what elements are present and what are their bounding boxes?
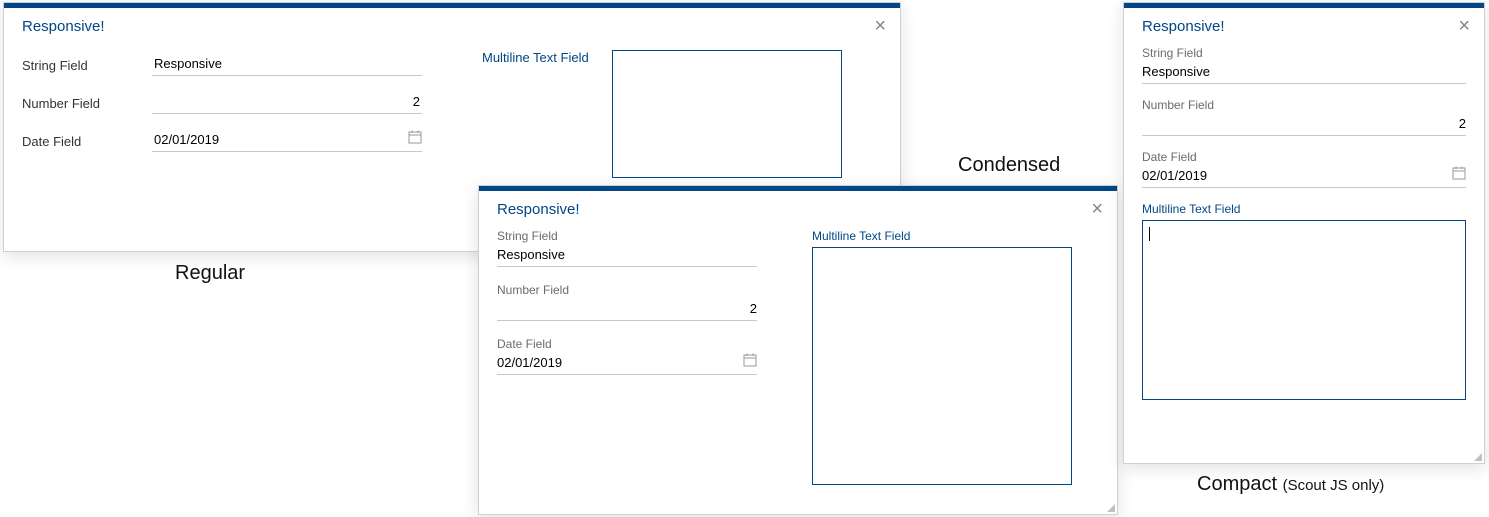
multiline-field-input[interactable] [1142, 220, 1466, 400]
dialog-compact: Responsive! × String Field Responsive Nu… [1123, 2, 1485, 464]
dialog-condensed: Responsive! × String Field Responsive Nu… [478, 185, 1118, 515]
string-field-input[interactable]: Responsive [497, 245, 757, 267]
multiline-field-input[interactable] [612, 50, 842, 178]
field-row-string: String Field Responsive [22, 46, 422, 84]
date-field-input[interactable]: 02/01/2019 [1142, 166, 1466, 188]
dialog-header: Responsive! × [479, 191, 1117, 223]
field-group-string: String Field Responsive [497, 229, 757, 267]
date-field-label: Date Field [497, 337, 757, 351]
caption-condensed: Condensed [958, 154, 1060, 177]
date-field-label: Date Field [1142, 150, 1466, 164]
dialog-header: Responsive! × [4, 8, 900, 40]
field-row-multiline: Multiline Text Field [482, 46, 882, 178]
field-group-number: Number Field 2 [1142, 98, 1466, 136]
number-field-label: Number Field [497, 283, 757, 297]
caption-compact-main: Compact [1197, 473, 1277, 495]
resize-handle-icon[interactable] [1105, 502, 1115, 512]
field-group-multiline: Multiline Text Field [1142, 202, 1466, 400]
date-field-value: 02/01/2019 [497, 355, 562, 370]
multiline-field-label: Multiline Text Field [1142, 202, 1466, 216]
string-field-input[interactable]: Responsive [152, 54, 422, 76]
close-icon[interactable]: × [1458, 16, 1470, 36]
multiline-field-label: Multiline Text Field [812, 229, 1099, 243]
number-field-input[interactable]: 2 [152, 92, 422, 114]
field-group-number: Number Field 2 [497, 283, 757, 321]
date-field-value: 02/01/2019 [1142, 168, 1207, 183]
multiline-field-input[interactable] [812, 247, 1072, 485]
dialog-title: Responsive! [22, 18, 105, 35]
calendar-icon[interactable] [408, 130, 422, 144]
text-cursor-icon [1149, 227, 1150, 241]
caption-regular: Regular [175, 262, 245, 285]
dialog-body-compact: String Field Responsive Number Field 2 D… [1124, 40, 1484, 414]
close-icon[interactable]: × [1091, 199, 1103, 219]
field-row-date: Date Field 02/01/2019 [22, 122, 422, 160]
dialog-header: Responsive! × [1124, 8, 1484, 40]
calendar-icon[interactable] [1452, 166, 1466, 180]
dialog-title: Responsive! [497, 201, 580, 218]
field-group-string: String Field Responsive [1142, 46, 1466, 84]
resize-handle-icon[interactable] [1472, 451, 1482, 461]
string-field-label: String Field [22, 58, 152, 73]
string-field-label: String Field [1142, 46, 1466, 60]
date-field-value: 02/01/2019 [154, 132, 219, 147]
multiline-field-label: Multiline Text Field [482, 50, 612, 178]
field-group-date: Date Field 02/01/2019 [497, 337, 757, 375]
dialog-body-regular: String Field Responsive Number Field 2 D… [4, 40, 900, 192]
string-field-input[interactable]: Responsive [1142, 62, 1466, 84]
field-row-number: Number Field 2 [22, 84, 422, 122]
date-field-input[interactable]: 02/01/2019 [497, 353, 757, 375]
number-field-input[interactable]: 2 [497, 299, 757, 321]
caption-compact: Compact (Scout JS only) [1197, 473, 1384, 496]
date-field-input[interactable]: 02/01/2019 [152, 130, 422, 152]
field-group-multiline: Multiline Text Field [812, 229, 1099, 485]
dialog-body-condensed: String Field Responsive Number Field 2 D… [479, 223, 1117, 499]
calendar-icon[interactable] [743, 353, 757, 367]
field-group-date: Date Field 02/01/2019 [1142, 150, 1466, 188]
dialog-title: Responsive! [1142, 18, 1225, 35]
number-field-label: Number Field [1142, 98, 1466, 112]
close-icon[interactable]: × [874, 16, 886, 36]
caption-compact-note: (Scout JS only) [1283, 477, 1385, 494]
date-field-label: Date Field [22, 134, 152, 149]
number-field-input[interactable]: 2 [1142, 114, 1466, 136]
number-field-label: Number Field [22, 96, 152, 111]
string-field-label: String Field [497, 229, 757, 243]
